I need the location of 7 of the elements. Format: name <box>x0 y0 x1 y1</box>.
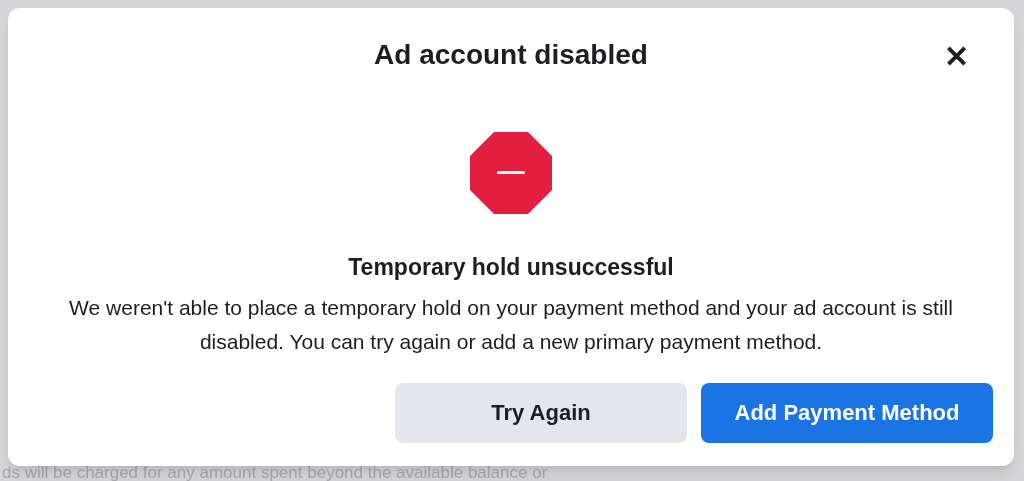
dialog-title: Ad account disabled <box>374 38 648 72</box>
add-payment-method-button[interactable]: Add Payment Method <box>701 382 993 443</box>
message-text: We weren't able to place a temporary hold on your payment method and your ad account is still disabled. You can try again or add a new primary payment method. <box>68 294 954 355</box>
close-button[interactable]: ✕ <box>938 38 974 74</box>
try-again-button[interactable]: Try Again <box>395 382 687 443</box>
message-heading: Temporary hold unsuccessful <box>348 253 674 282</box>
stop-sign-icon <box>470 132 552 214</box>
